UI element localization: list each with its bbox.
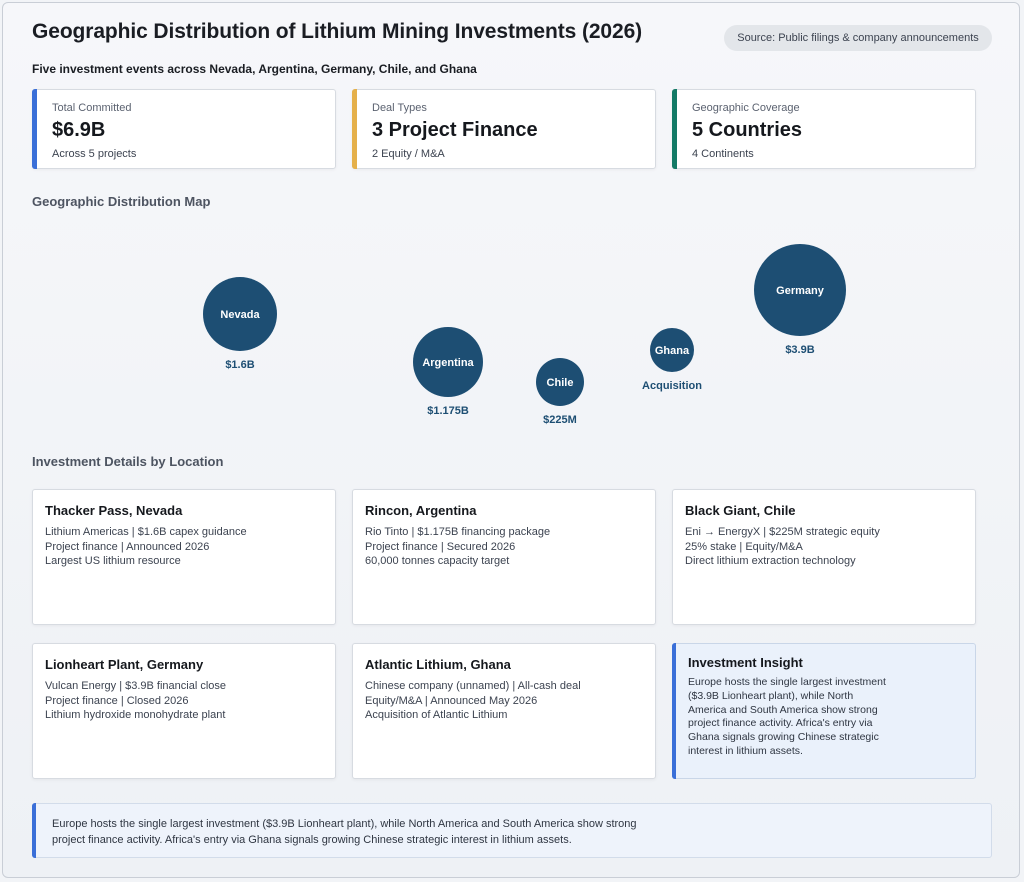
detail-card-title: Thacker Pass, Nevada [45,503,183,518]
bubble-value-label-ghana: Acquisition [642,380,702,392]
bubble-name-nevada: Nevada [220,309,260,321]
detail-card-chile: Black Giant, Chile Eni → EnergyX | $225M… [672,489,976,625]
source-badge: Source: Public filings & company announc… [724,25,992,51]
detail-card-title: Atlantic Lithium, Ghana [365,657,511,672]
detail-card-argentina: Rincon, Argentina Rio Tinto | $1.175B fi… [352,489,656,625]
detail-line: Project finance | Announced 2026 [45,540,210,553]
stat-card-geographic-coverage: Geographic Coverage 5 Countries 4 Contin… [672,89,976,169]
insight-title: Investment Insight [688,655,803,670]
detail-line: Project finance | Secured 2026 [365,540,516,553]
bubble-name-chile: Chile [547,377,574,389]
detail-line: Rio Tinto | $1.175B financing package [365,526,551,538]
stat-card-total-committed: Total Committed $6.9B Across 5 projects [32,89,336,169]
footer-summary-text: Europe hosts the single largest investme… [52,818,637,846]
bubble-name-ghana: Ghana [655,345,690,357]
stat-label: Geographic Coverage [692,102,800,114]
stat-subtext: 4 Continents [692,148,754,160]
detail-line: 60,000 tonnes capacity target [365,555,510,567]
stat-value: 5 Countries [692,119,803,141]
detail-card-title: Lionheart Plant, Germany [45,657,204,672]
footer-summary-callout: Europe hosts the single largest investme… [32,803,992,858]
detail-card-germany: Lionheart Plant, Germany Vulcan Energy |… [32,643,336,779]
insight-text: Europe hosts the single largest investme… [688,676,886,757]
stat-value: $6.9B [52,119,106,141]
bubble-value-label-argentina: $1.175B [427,405,469,417]
bubble-value-label-chile: $225M [543,414,577,426]
detail-card-ghana: Atlantic Lithium, Ghana Chinese company … [352,643,656,779]
stat-value: 3 Project Finance [372,119,538,141]
stat-subtext: 2 Equity / M&A [372,148,445,160]
bubble-name-germany: Germany [776,285,825,297]
stat-card-deal-types: Deal Types 3 Project Finance 2 Equity / … [352,89,656,169]
detail-line: Direct lithium extraction technology [685,555,856,567]
detail-line: Project finance | Closed 2026 [45,694,189,707]
detail-card-title: Rincon, Argentina [365,503,477,518]
investment-insight-card: Investment Insight Europe hosts the sing… [672,643,976,779]
bubble-name-argentina: Argentina [422,357,474,369]
detail-card-nevada: Thacker Pass, Nevada Lithium Americas | … [32,489,336,625]
bubble-value-label-germany: $3.9B [785,344,814,356]
detail-card-title: Black Giant, Chile [685,503,796,518]
detail-line: Lithium Americas | $1.6B capex guidance [45,526,247,538]
detail-line: 25% stake | Equity/M&A [685,540,803,553]
detail-line: Largest US lithium resource [45,555,181,567]
detail-line: Equity/M&A | Announced May 2026 [365,694,538,707]
bubble-value-label-nevada: $1.6B [225,359,254,371]
detail-line: Eni → EnergyX | $225M strategic equity [685,526,880,538]
detail-line: Chinese company (unnamed) | All-cash dea… [365,680,581,692]
stat-label: Total Committed [52,102,132,114]
stat-label: Deal Types [372,102,427,114]
page-subtitle: Five investment events across Nevada, Ar… [32,62,477,76]
detail-line: Acquisition of Atlantic Lithium [365,709,508,721]
geographic-bubble-map: Nevada $1.6B Argentina $1.175B Chile $225M Gha… [203,244,846,426]
stat-subtext: Across 5 projects [52,148,137,160]
detail-line: Vulcan Energy | $3.9B financial close [45,680,227,692]
page-title: Geographic Distribution of Lithium Minin… [32,20,643,43]
details-section-heading: Investment Details by Location [32,454,224,469]
map-section-heading: Geographic Distribution Map [32,194,211,209]
detail-line: Lithium hydroxide monohydrate plant [45,709,226,721]
